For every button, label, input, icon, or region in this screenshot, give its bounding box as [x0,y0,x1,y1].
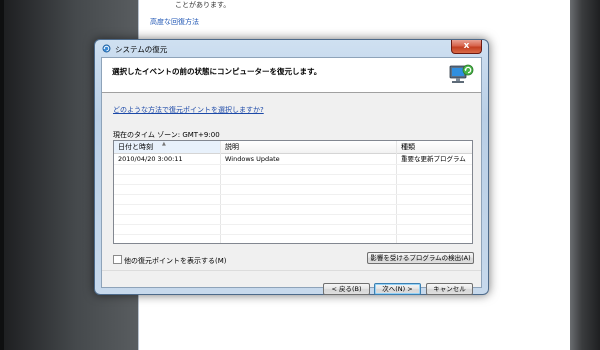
scan-affected-programs-button[interactable]: 影響を受けるプログラムの検出(A) [367,252,474,264]
desktop-edge [0,0,4,350]
column-header-date[interactable]: 日付と時刻 ▲ [114,141,220,153]
row-line [114,174,472,175]
row-line [114,214,472,215]
sort-arrow-icon: ▲ [162,141,166,147]
timezone-label: 現在のタイム ゾーン: GMT+9:00 [113,131,220,139]
restore-point-list[interactable]: 日付と時刻 ▲ 説明 種類 2010/04/20 3:00:11 Windows… [113,140,473,244]
column-header-description[interactable]: 説明 [221,141,396,153]
help-link[interactable]: どのような方法で復元ポイントを選択しますか? [113,105,264,115]
close-button[interactable]: x [451,40,482,54]
dialog-title: システムの復元 [115,45,168,54]
row-line [114,164,472,165]
system-restore-icon [102,44,111,53]
header-divider [102,92,481,93]
next-button[interactable]: 次へ(N) > [374,283,421,295]
back-button[interactable]: < 戻る(B) [323,283,370,295]
cancel-button[interactable]: キャンセル [426,283,473,295]
advanced-recovery-link[interactable]: 高度な回復方法 [150,17,199,27]
row-line [114,194,472,195]
show-more-checkbox[interactable] [113,255,122,264]
row-line [114,184,472,185]
page-title: 選択したイベントの前の状態にコンピューターを復元します。 [112,67,322,76]
title-bar[interactable]: システムの復元 x [95,40,488,57]
button-divider [102,270,481,271]
system-restore-dialog: システムの復元 x 選択したイベントの前の状態にコンピューターを復元します。 ど… [94,39,489,295]
column-header-date-label: 日付と時刻 [118,143,153,151]
dialog-content: 選択したイベントの前の状態にコンピューターを復元します。 どのような方法で復元ポ… [101,57,482,295]
show-more-label: 他の復元ポイントを表示する(M) [124,257,227,265]
row-line [114,234,472,235]
desktop-right [570,0,600,350]
cell-date: 2010/04/20 3:00:11 [118,155,183,163]
cell-type: 重要な更新プログラム [401,155,466,163]
row-line [114,224,472,225]
cell-description: Windows Update [225,155,280,163]
table-row[interactable]: 2010/04/20 3:00:11 Windows Update 重要な更新プ… [114,154,472,164]
column-header-type[interactable]: 種類 [397,141,472,153]
row-line [114,204,472,205]
background-text: ことがあります。 [175,1,231,9]
show-more-restore-points[interactable]: 他の復元ポイントを表示する(M) [113,255,227,266]
header-panel: 選択したイベントの前の状態にコンピューターを復元します。 [102,58,481,93]
restore-computer-icon [449,64,474,83]
